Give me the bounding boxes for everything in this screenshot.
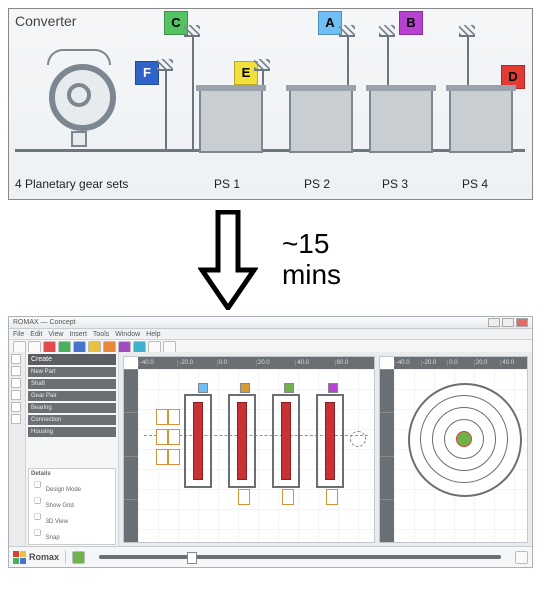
link-line (467, 35, 469, 89)
menu-item[interactable]: Edit (30, 331, 42, 338)
maximize-button[interactable] (502, 318, 514, 327)
app-window: ROMAX — Concept File Edit View Insert To… (8, 316, 533, 568)
link-line (165, 69, 167, 149)
canvas-area: -40.0 -20.0 0.0 20.0 40.0 60.0 (119, 352, 532, 547)
ruler-vertical (380, 369, 394, 542)
stage-label-4: PS 4 (462, 177, 488, 191)
panel-button[interactable]: Connection (28, 415, 116, 425)
down-arrow-icon (198, 210, 258, 310)
menu-item[interactable]: Insert (69, 331, 87, 338)
detail-option[interactable]: Show Grid (31, 494, 113, 509)
menu-item[interactable]: File (13, 331, 24, 338)
panel-button[interactable]: Housing (28, 427, 116, 437)
model-stage-4[interactable] (316, 394, 344, 488)
ruler-horizontal: -40.0 -20.0 0.0 20.0 40.0 60.0 (138, 357, 374, 369)
rail-button[interactable] (11, 390, 21, 400)
rail-button[interactable] (11, 354, 21, 364)
side-rail (9, 352, 26, 547)
close-button[interactable] (516, 318, 528, 327)
stage-label-1: PS 1 (214, 177, 240, 191)
converter-pump (71, 131, 87, 147)
detail-option[interactable]: Design Mode (31, 478, 113, 493)
side-panel: Create New Part Shaft Gear Pair Bearing … (26, 352, 119, 547)
bearing[interactable] (168, 409, 180, 425)
timeline-slider[interactable] (99, 555, 501, 559)
bearing[interactable] (156, 409, 168, 425)
link-line (387, 35, 389, 89)
panel-button[interactable]: Shaft (28, 379, 116, 389)
menu-item[interactable]: Tools (93, 331, 109, 338)
logo-icon (13, 551, 26, 564)
bearing[interactable] (156, 449, 168, 465)
ruler-horizontal: -40.0 -20.0 0.0 20.0 40.0 (394, 357, 527, 369)
ruler-vertical (124, 369, 138, 542)
detail-option[interactable]: Snap (31, 526, 113, 541)
app-body: Create New Part Shaft Gear Pair Bearing … (9, 352, 532, 547)
transition-line2: mins (282, 260, 341, 291)
model-stage-3[interactable] (272, 394, 300, 488)
planetary-set-1 (199, 89, 263, 153)
details-header: Details (31, 471, 113, 477)
converter-hub (67, 83, 91, 107)
canvas-layout[interactable]: -40.0 -20.0 0.0 20.0 40.0 60.0 (123, 356, 375, 543)
rail-button[interactable] (11, 402, 21, 412)
app-footer: Romax (9, 546, 532, 567)
ring-center (456, 431, 472, 447)
rail-button[interactable] (11, 378, 21, 388)
drawing-area[interactable] (394, 369, 527, 542)
panel-button[interactable]: Bearing (28, 403, 116, 413)
model-stage-2[interactable] (228, 394, 256, 488)
menubar: File Edit View Insert Tools Window Help (9, 329, 532, 340)
planetary-set-3 (369, 89, 433, 153)
details-section: Details Design Mode Show Grid 3D View Sn… (28, 468, 116, 545)
clutch-icon[interactable] (240, 383, 250, 393)
menu-item[interactable]: Window (115, 331, 140, 338)
slider-thumb[interactable] (187, 552, 197, 564)
bearing[interactable] (282, 489, 294, 505)
gear-caption: 4 Planetary gear sets (15, 177, 128, 191)
top-schematic: Converter C A B D E F 4 Planetary gear s… (8, 8, 533, 200)
drawing-area[interactable] (138, 369, 374, 542)
panel-header: Create (28, 354, 116, 365)
stage-label-3: PS 3 (382, 177, 408, 191)
panel-button[interactable]: New Part (28, 367, 116, 377)
clutch-icon[interactable] (198, 383, 208, 393)
badge-f: F (135, 61, 159, 85)
footer-button[interactable] (72, 551, 85, 564)
link-line (192, 35, 194, 149)
rail-button[interactable] (11, 414, 21, 424)
diagram-title: Converter (15, 13, 76, 29)
model-stage-1[interactable] (184, 394, 212, 488)
minimize-button[interactable] (488, 318, 500, 327)
menu-item[interactable]: Help (146, 331, 160, 338)
planetary-set-2 (289, 89, 353, 153)
bearing[interactable] (238, 489, 250, 505)
rotate-handle-icon[interactable] (350, 431, 366, 447)
transition-text: ~15 mins (282, 229, 341, 291)
brand-logo: Romax (13, 551, 59, 564)
brand-name: Romax (29, 552, 59, 562)
planetary-set-4 (449, 89, 513, 153)
menu-item[interactable]: View (48, 331, 63, 338)
transition-row: ~15 mins (8, 210, 531, 310)
canvas-radial[interactable]: -40.0 -20.0 0.0 20.0 40.0 (379, 356, 528, 543)
rail-button[interactable] (11, 366, 21, 376)
footer-button[interactable] (515, 551, 528, 564)
link-line (347, 35, 349, 89)
converter-arc (47, 49, 111, 65)
bearing[interactable] (168, 449, 180, 465)
transition-line1: ~15 (282, 229, 341, 260)
bearing[interactable] (156, 429, 168, 445)
panel-button[interactable]: Gear Pair (28, 391, 116, 401)
detail-option[interactable]: 3D View (31, 510, 113, 525)
bearing[interactable] (326, 489, 338, 505)
titlebar[interactable]: ROMAX — Concept (9, 317, 532, 329)
clutch-icon[interactable] (284, 383, 294, 393)
window-title: ROMAX — Concept (13, 319, 76, 326)
window-controls (488, 318, 528, 327)
bearing[interactable] (168, 429, 180, 445)
clutch-icon[interactable] (328, 383, 338, 393)
stage-label-2: PS 2 (304, 177, 330, 191)
badge-b: B (399, 11, 423, 35)
